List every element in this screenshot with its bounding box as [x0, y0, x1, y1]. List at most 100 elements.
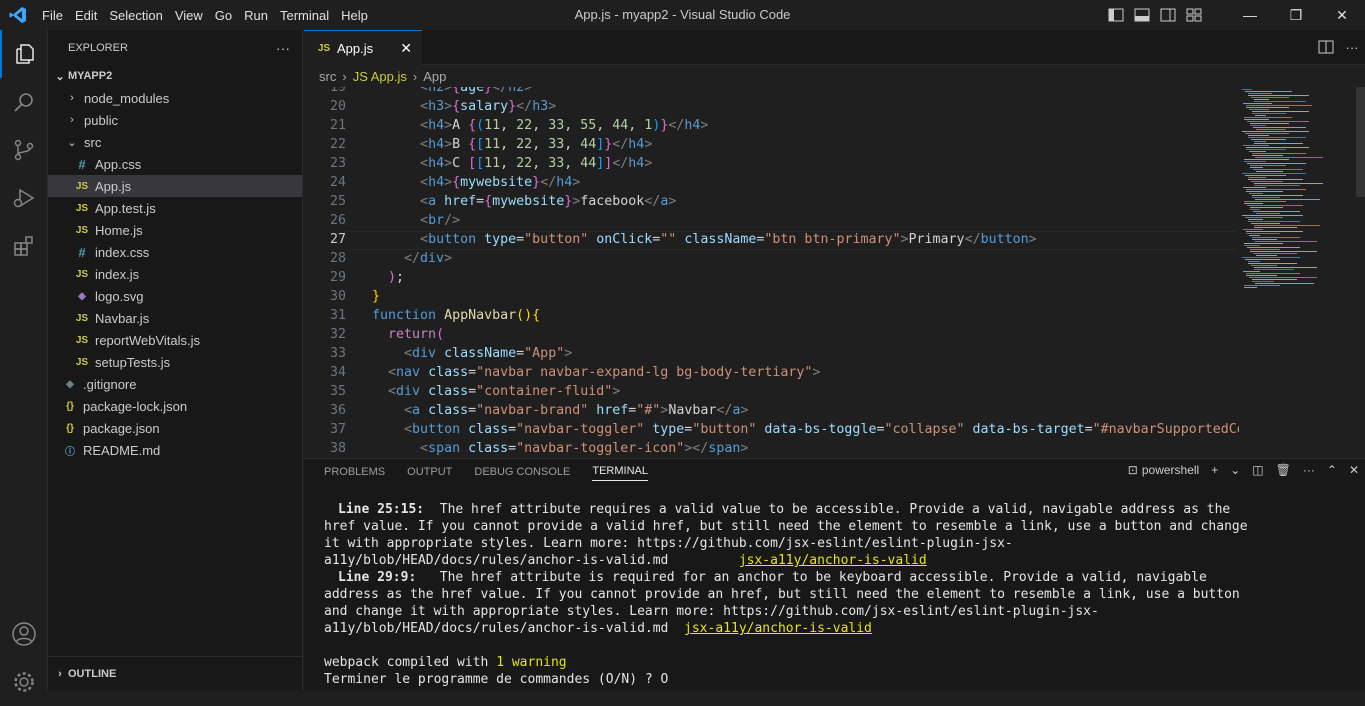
file-item[interactable]: JS Home.js	[48, 219, 302, 241]
maximize-panel-icon[interactable]: ⌃	[1327, 463, 1337, 477]
menu-edit[interactable]: Edit	[69, 8, 103, 23]
tab-app-js[interactable]: JS App.js ✕	[304, 30, 422, 65]
breadcrumb-symbol[interactable]: App	[423, 69, 446, 84]
minimap-line	[1246, 105, 1312, 106]
minimap-line	[1248, 179, 1303, 180]
minimize-button[interactable]: —	[1227, 0, 1273, 30]
shell-name[interactable]: powershell	[1142, 463, 1199, 477]
breadcrumb-file[interactable]: JS App.js	[353, 69, 407, 84]
tree-item-label: README.md	[83, 442, 161, 458]
toggle-secondary-sidebar-icon[interactable]	[1155, 0, 1181, 30]
minimap-line	[1255, 157, 1323, 158]
rule-link-2[interactable]: jsx-a11y/anchor-is-valid	[684, 621, 872, 636]
folder-item[interactable]: ⌄ src	[48, 131, 302, 153]
minimap-line	[1250, 123, 1289, 124]
tree-item-label: .gitignore	[83, 376, 137, 392]
terminal-output[interactable]: Line 25:15: The href attribute requires …	[324, 501, 1254, 688]
toggle-primary-sidebar-icon[interactable]	[1103, 0, 1129, 30]
file-item[interactable]: {} package.json	[48, 417, 302, 439]
file-item[interactable]: JS index.js	[48, 263, 302, 285]
run-debug-icon[interactable]	[0, 174, 48, 222]
menu-selection[interactable]: Selection	[103, 8, 168, 23]
file-item[interactable]: ⓘ README.md	[48, 439, 302, 461]
breadcrumb-src[interactable]: src	[319, 69, 336, 84]
minimap-line	[1243, 187, 1266, 188]
line-number: 36	[329, 403, 346, 418]
file-item[interactable]: JS App.js	[48, 175, 302, 197]
menu-run[interactable]: Run	[238, 8, 274, 23]
accounts-icon[interactable]	[0, 610, 48, 658]
file-item[interactable]: JS reportWebVitals.js	[48, 329, 302, 351]
js-file-icon: JS	[75, 356, 89, 368]
minimap-line	[1242, 215, 1303, 216]
explorer-icon[interactable]	[0, 30, 48, 78]
code-line-35: <div class="container-fluid">	[372, 384, 621, 399]
file-item[interactable]: JS Navbar.js	[48, 307, 302, 329]
file-item[interactable]: {} package-lock.json	[48, 395, 302, 417]
line-number: 37	[329, 422, 346, 437]
source-control-icon[interactable]	[0, 126, 48, 174]
minimap-line	[1249, 151, 1266, 152]
close-window-button[interactable]: ✕	[1319, 0, 1365, 30]
file-item[interactable]: ◆ .gitignore	[48, 373, 302, 395]
outline-section[interactable]: › OUTLINE	[48, 656, 303, 690]
restore-button[interactable]: ❐	[1273, 0, 1319, 30]
explorer-more-actions[interactable]: ···	[276, 40, 290, 56]
file-item[interactable]: JS App.test.js	[48, 197, 302, 219]
tree-item-label: index.js	[95, 266, 140, 282]
breadcrumb: src › JS App.js › App	[319, 68, 447, 84]
activity-bar	[0, 30, 48, 692]
compile-status: webpack compiled with	[324, 655, 497, 670]
minimap-line	[1252, 239, 1277, 240]
minimap-line	[1244, 245, 1260, 246]
tab-debug-console[interactable]: DEBUG CONSOLE	[474, 466, 570, 481]
menu-go[interactable]: Go	[209, 8, 238, 23]
tree-item-label: reportWebVitals.js	[95, 332, 201, 348]
editor-scrollbar[interactable]	[1356, 87, 1365, 197]
close-panel-icon[interactable]: ✕	[1349, 463, 1359, 477]
minimap-line	[1250, 165, 1286, 166]
workspace-root[interactable]: ⌄ MYAPP2	[48, 65, 302, 87]
new-terminal-button[interactable]: +	[1211, 463, 1218, 477]
more-actions-icon[interactable]: ···	[1339, 32, 1365, 62]
toggle-panel-icon[interactable]	[1129, 0, 1155, 30]
minimap[interactable]	[1238, 87, 1356, 458]
trash-icon[interactable]: 🗑	[1276, 463, 1291, 477]
menu-view[interactable]: View	[169, 8, 209, 23]
close-tab-icon[interactable]: ✕	[400, 40, 412, 57]
rule-link-1[interactable]: jsx-a11y/anchor-is-valid	[739, 553, 927, 568]
line-number: 28	[329, 251, 346, 266]
minimap-line	[1252, 197, 1280, 198]
file-item[interactable]: JS setupTests.js	[48, 351, 302, 373]
customize-layout-icon[interactable]	[1181, 0, 1207, 30]
folder-item[interactable]: › node_modules	[48, 87, 302, 109]
tree-item-label: node_modules	[84, 90, 170, 106]
file-item[interactable]: # App.css	[48, 153, 302, 175]
minimap-line	[1248, 95, 1309, 96]
menu-file[interactable]: File	[36, 8, 69, 23]
menu-help[interactable]: Help	[335, 8, 374, 23]
chevron-down-icon[interactable]: ⌄	[1230, 463, 1240, 477]
minimap-line	[1250, 251, 1317, 252]
file-item[interactable]: ◆ logo.svg	[48, 285, 302, 307]
extensions-icon[interactable]	[0, 222, 48, 270]
search-icon[interactable]	[0, 78, 48, 126]
menu-terminal[interactable]: Terminal	[274, 8, 335, 23]
folder-item[interactable]: › public	[48, 109, 302, 131]
explorer-title: EXPLORER	[68, 41, 128, 54]
minimap-line	[1251, 265, 1277, 266]
split-terminal-icon[interactable]: ◫	[1252, 463, 1263, 477]
tab-output[interactable]: OUTPUT	[407, 466, 452, 481]
manage-gear-icon[interactable]	[0, 658, 48, 706]
tab-problems[interactable]: PROBLEMS	[324, 466, 385, 481]
tree-item-label: public	[84, 112, 118, 128]
tab-terminal[interactable]: TERMINAL	[592, 465, 648, 481]
minimap-line	[1255, 115, 1266, 116]
minimap-line	[1244, 285, 1280, 286]
minimap-line	[1249, 109, 1269, 110]
code-editor[interactable]: 19 20 21 22 23 24 25 26 27 28 29 30 31 32 33 34 35 36 37 38…	[304, 87, 1239, 458]
file-item[interactable]: # index.css	[48, 241, 302, 263]
split-editor-icon[interactable]	[1313, 32, 1339, 62]
minimap-line	[1248, 93, 1272, 94]
more-actions-icon[interactable]: ···	[1303, 463, 1315, 477]
